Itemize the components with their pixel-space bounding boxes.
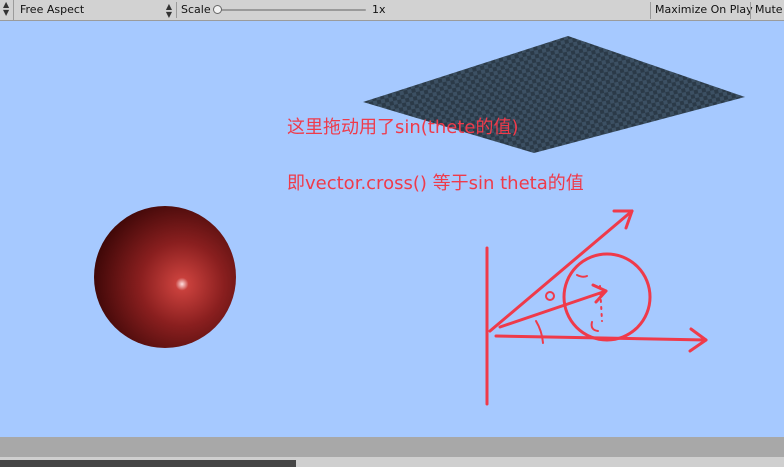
dropdown-arrows-icon: ▲ ▼ — [165, 2, 172, 19]
annotation-line-2: 即vector.cross() 等于sin theta的值 — [287, 173, 584, 194]
scale-control: Scale 1x — [178, 2, 648, 18]
scale-slider-track[interactable] — [216, 9, 366, 11]
mute-audio-button[interactable]: Mute A — [750, 2, 784, 19]
scale-value: 1x — [372, 3, 386, 16]
scene-canvas — [94, 36, 745, 406]
mute-audio-label: Mute A — [755, 3, 784, 16]
red-sphere — [94, 206, 236, 348]
maximize-on-play-button[interactable]: Maximize On Play — [650, 2, 753, 19]
status-bar — [0, 437, 784, 457]
game-view-toolbar: ▲ ▼ Free Aspect ▲ ▼ Scale 1x Maximize On P… — [0, 0, 784, 21]
scale-slider-handle[interactable] — [213, 5, 222, 14]
left-dropdown-stub[interactable]: ▲ ▼ — [0, 0, 14, 20]
maximize-on-play-label: Maximize On Play — [655, 3, 753, 16]
aspect-dropdown[interactable]: Free Aspect ▲ ▼ — [14, 2, 177, 19]
hand-drawn-diagram — [485, 209, 708, 406]
annotation-line-1: 这里拖动用了sin(thete的值) — [287, 117, 519, 138]
dropdown-arrows-icon: ▲ ▼ — [3, 0, 10, 17]
game-viewport[interactable]: 这里拖动用了sin(thete的值) 即vector.cross() 等于sin… — [0, 21, 784, 437]
bottom-dark-tab — [0, 460, 296, 467]
scale-label: Scale — [181, 3, 211, 16]
aspect-label: Free Aspect — [20, 3, 85, 16]
